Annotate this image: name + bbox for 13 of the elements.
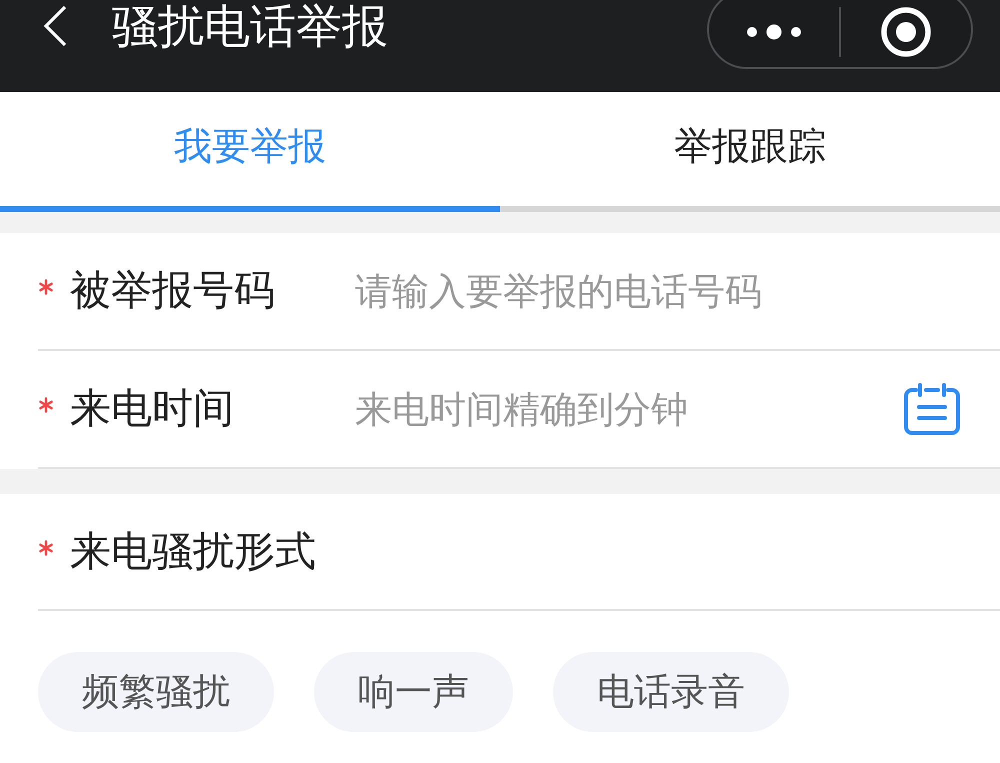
more-dots-icon bbox=[746, 24, 802, 40]
input-field[interactable]: 来电时间精确到分钟 bbox=[355, 379, 904, 439]
back-chevron-icon bbox=[42, 5, 68, 47]
field-label: 被举报号码 bbox=[70, 265, 276, 316]
field-label: 来电骚扰形式 bbox=[70, 526, 316, 577]
option-chip[interactable]: 频繁骚扰 bbox=[38, 652, 274, 732]
page-title: 骚扰电话举报 bbox=[112, 0, 388, 52]
calendar-icon[interactable] bbox=[904, 383, 960, 435]
input-field[interactable]: 请输入要举报的电话号码 bbox=[355, 261, 1000, 321]
field-label: 来电时间 bbox=[70, 383, 235, 434]
option-chip[interactable]: 响一声 bbox=[314, 652, 513, 732]
option-chip[interactable]: 电话录音 bbox=[553, 652, 789, 732]
target-circle-icon bbox=[880, 6, 932, 58]
